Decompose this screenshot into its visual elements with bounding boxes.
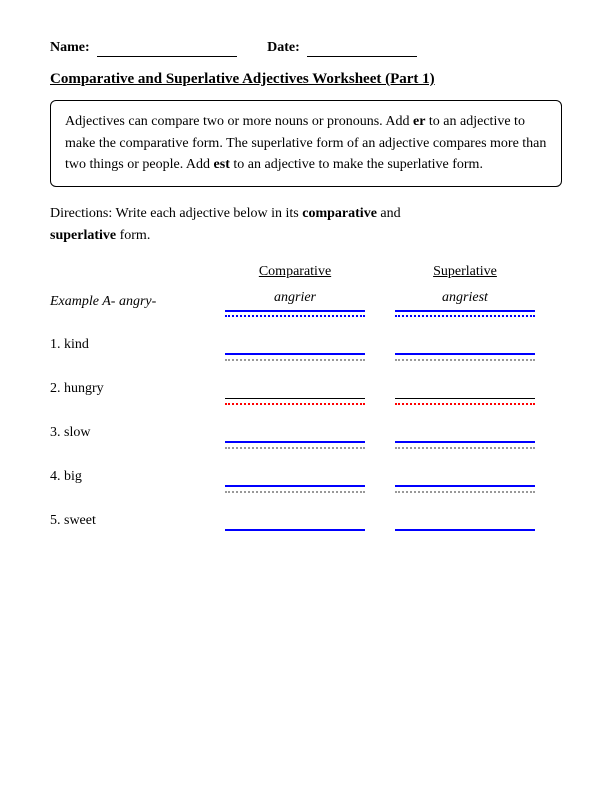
item-2-row: 2. hungry — [50, 371, 562, 399]
date-label: Date: — [267, 40, 300, 55]
item-4-comp-line — [225, 485, 365, 487]
item-2-dot-sup — [395, 403, 535, 405]
item-4-dot-sup — [395, 491, 535, 493]
item-2-group: 2. hungry — [50, 371, 562, 405]
info-text-3: to an adjective to make the superlative … — [230, 157, 483, 172]
example-superlative-col: angriest — [380, 290, 550, 312]
item-5-group: 5. sweet — [50, 503, 562, 531]
example-label: Example A- angry- — [50, 294, 210, 312]
item-4-group: 4. big — [50, 459, 562, 493]
item-5-comp-line — [225, 529, 365, 531]
item-4-number: 4. — [50, 469, 64, 484]
item-1-group: 1. kind — [50, 327, 562, 361]
item-2-sup-col — [380, 397, 550, 399]
superlative-header: Superlative — [380, 264, 550, 280]
comparative-header: Comparative — [210, 264, 380, 280]
info-est: est — [214, 157, 230, 172]
item-1-comp-col — [210, 351, 380, 355]
example-dot-row — [210, 315, 562, 317]
item-3-dot-sup — [395, 447, 535, 449]
item-3-comp-col — [210, 439, 380, 443]
item-1-sup-col — [380, 351, 550, 355]
example-comparative-col: angrier — [210, 290, 380, 312]
item-4-comp-col — [210, 483, 380, 487]
item-2-dot-row — [210, 403, 562, 405]
item-3-number: 3. — [50, 425, 64, 440]
info-er: er — [413, 114, 425, 129]
directions: Directions: Write each adjective below i… — [50, 203, 562, 246]
item-3-dot-comp — [225, 447, 365, 449]
date-line — [307, 40, 417, 57]
item-2-comp-line — [225, 397, 365, 399]
item-3-dot-row — [210, 447, 562, 449]
info-box: Adjectives can compare two or more nouns… — [50, 100, 562, 187]
item-2-word: hungry — [64, 381, 104, 396]
item-3-row: 3. slow — [50, 415, 562, 443]
item-2-dot-comp — [225, 403, 365, 405]
item-5-label: 5. sweet — [50, 513, 210, 531]
example-dot-line-sup — [395, 315, 535, 317]
item-5-comp-col — [210, 527, 380, 531]
item-5-sup-col — [380, 527, 550, 531]
item-3-sup-col — [380, 439, 550, 443]
item-2-sup-line — [395, 397, 535, 399]
item-1-word: kind — [64, 337, 89, 352]
item-4-label: 4. big — [50, 469, 210, 487]
columns-header: Comparative Superlative — [210, 264, 562, 280]
item-4-row: 4. big — [50, 459, 562, 487]
name-line — [97, 40, 237, 57]
item-4-sup-line — [395, 485, 535, 487]
worksheet-title: Comparative and Superlative Adjectives W… — [50, 71, 562, 88]
item-3-comp-line — [225, 441, 365, 443]
example-superlative-text: angriest — [442, 290, 488, 306]
item-3-group: 3. slow — [50, 415, 562, 449]
item-3-word: slow — [64, 425, 90, 440]
item-2-label: 2. hungry — [50, 381, 210, 399]
item-2-number: 2. — [50, 381, 64, 396]
item-1-number: 1. — [50, 337, 64, 352]
example-comparative-line — [225, 310, 365, 312]
item-1-dot-comp — [225, 359, 365, 361]
item-3-label: 3. slow — [50, 425, 210, 443]
item-2-comp-col — [210, 397, 380, 399]
item-4-word: big — [64, 469, 82, 484]
item-4-dot-row — [210, 491, 562, 493]
directions-bold-2: superlative — [50, 228, 116, 243]
info-text-1: Adjectives can compare two or more nouns… — [65, 114, 413, 129]
item-1-row: 1. kind — [50, 327, 562, 355]
directions-bold-1: comparative — [302, 206, 377, 221]
example-dot-line-comp — [225, 315, 365, 317]
item-1-dot-sup — [395, 359, 535, 361]
item-5-number: 5. — [50, 513, 64, 528]
item-1-dot-row — [210, 359, 562, 361]
item-5-row: 5. sweet — [50, 503, 562, 531]
item-1-label: 1. kind — [50, 337, 210, 355]
item-5-word: sweet — [64, 513, 96, 528]
example-superlative-line — [395, 310, 535, 312]
item-1-sup-line — [395, 353, 535, 355]
name-label: Name: — [50, 40, 90, 55]
item-5-sup-line — [395, 529, 535, 531]
directions-text-1: Directions: Write each adjective below i… — [50, 206, 302, 221]
example-comparative-text: angrier — [274, 290, 316, 306]
example-row: Example A- angry- angrier angriest — [50, 284, 562, 312]
item-3-sup-line — [395, 441, 535, 443]
header-row: Name: Date: — [50, 40, 562, 57]
item-4-dot-comp — [225, 491, 365, 493]
item-4-sup-col — [380, 483, 550, 487]
item-1-comp-line — [225, 353, 365, 355]
